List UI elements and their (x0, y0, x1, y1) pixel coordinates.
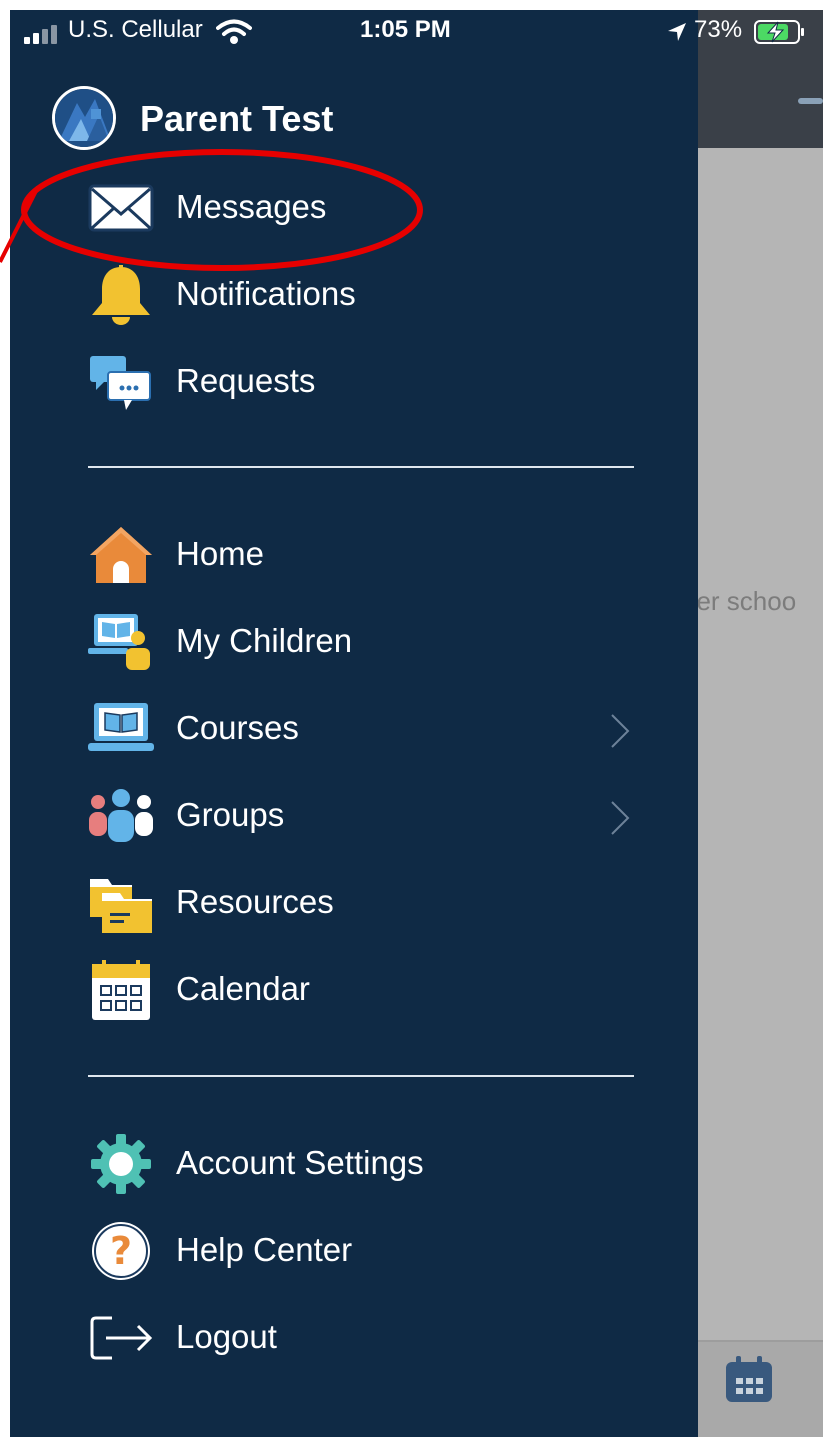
annotation-overlay (0, 149, 423, 271)
annotation-ellipse (21, 149, 423, 271)
